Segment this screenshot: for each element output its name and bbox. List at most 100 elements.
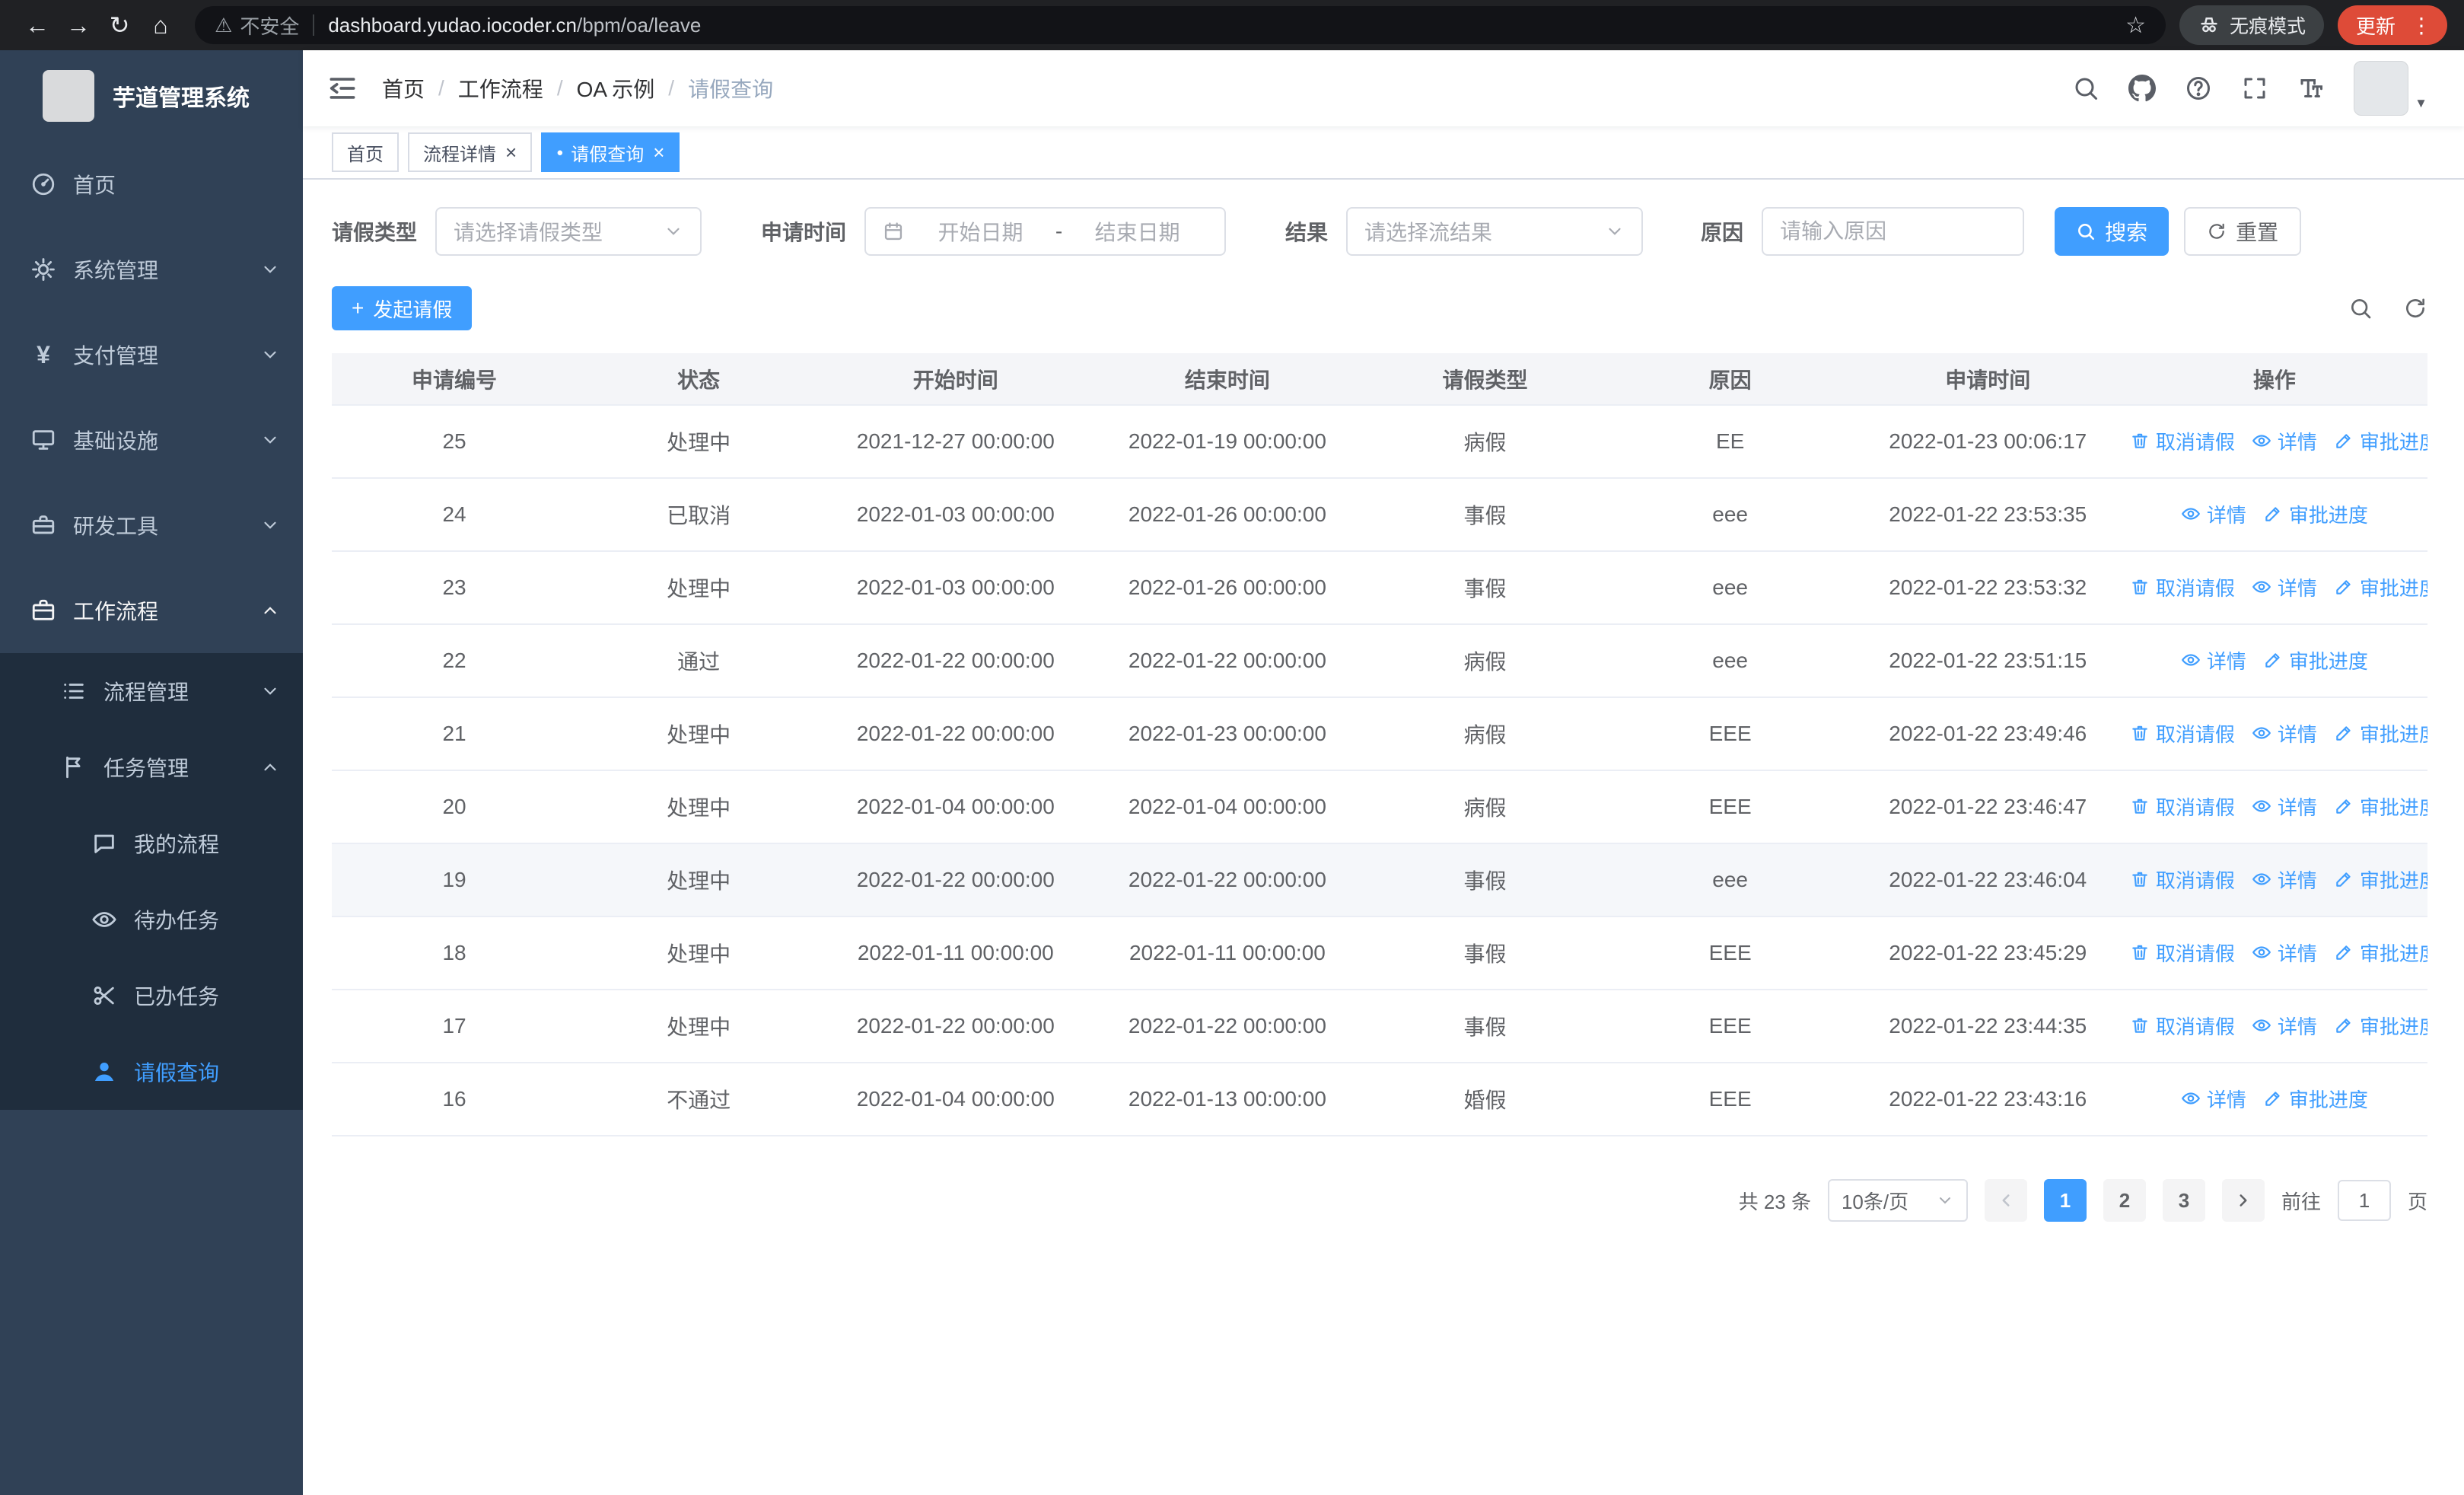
avatar <box>2354 61 2409 116</box>
detail-action-link[interactable]: 详情 <box>2252 573 2317 601</box>
cancel-action-link[interactable]: 取消请假 <box>2130 573 2235 601</box>
result-select[interactable]: 请选择流结果 <box>1346 207 1644 256</box>
detail-action-link[interactable]: 详情 <box>2181 646 2246 674</box>
reason-input[interactable] <box>1762 207 2025 256</box>
reset-button[interactable]: 重置 <box>2184 207 2302 256</box>
create-leave-button[interactable]: + 发起请假 <box>332 286 473 330</box>
cell-reason: EEE <box>1606 916 1854 990</box>
eye-icon <box>2252 800 2271 812</box>
tab-process-detail[interactable]: 流程详情 × <box>408 132 533 172</box>
app-logo[interactable]: 芋道管理系统 <box>0 50 303 142</box>
cell-end-time: 2022-01-26 00:00:00 <box>1090 551 1364 625</box>
detail-action-link[interactable]: 详情 <box>2252 719 2317 748</box>
prev-page-button[interactable] <box>1984 1179 2027 1222</box>
sidebar-item-devtools[interactable]: 研发工具 <box>0 483 303 568</box>
detail-action-link[interactable]: 详情 <box>2252 792 2317 821</box>
sidebar-item-todo-tasks[interactable]: 待办任务 <box>0 881 303 958</box>
font-size-button[interactable] <box>2297 75 2325 102</box>
page-button-1[interactable]: 1 <box>2043 1179 2087 1222</box>
sidebar-item-payment[interactable]: ¥ 支付管理 <box>0 312 303 397</box>
refresh-icon <box>2209 223 2224 239</box>
close-icon[interactable]: × <box>505 142 517 162</box>
next-page-button[interactable] <box>2221 1179 2265 1222</box>
progress-action-link[interactable]: 审批进度 <box>2334 427 2427 455</box>
browser-back-button[interactable]: ← <box>17 5 58 46</box>
detail-action-link[interactable]: 详情 <box>2252 939 2317 967</box>
browser-menu-icon[interactable]: ⋮ <box>2405 13 2438 38</box>
progress-action-link[interactable]: 审批进度 <box>2334 1012 2427 1040</box>
sidebar-item-label: 已办任务 <box>134 985 220 1009</box>
chevron-up-icon <box>264 763 276 771</box>
incognito-label: 无痕模式 <box>2229 16 2306 37</box>
update-button[interactable]: 更新 ⋮ <box>2337 5 2447 45</box>
help-button[interactable] <box>2185 75 2212 102</box>
fullscreen-icon <box>2244 78 2265 99</box>
browser-forward-button[interactable]: → <box>58 5 99 46</box>
detail-action-link[interactable]: 详情 <box>2181 1085 2246 1113</box>
table-header-row: 申请编号 状态 开始时间 结束时间 请假类型 原因 申请时间 操作 <box>332 353 2427 406</box>
cancel-action-link[interactable]: 取消请假 <box>2130 1012 2235 1040</box>
col-reason: 原因 <box>1606 353 1854 406</box>
sidebar-item-my-process[interactable]: 我的流程 <box>0 805 303 881</box>
breadcrumb-oa-example[interactable]: OA 示例 <box>577 73 655 104</box>
fullscreen-button[interactable] <box>2241 75 2268 102</box>
browser-reload-button[interactable]: ↻ <box>99 5 140 46</box>
tab-home[interactable]: 首页 <box>332 132 399 172</box>
progress-action-link[interactable]: 审批进度 <box>2334 939 2427 967</box>
user-menu[interactable]: ▼ <box>2354 61 2427 116</box>
cancel-action-link[interactable]: 取消请假 <box>2130 427 2235 455</box>
chevron-down-icon <box>264 266 276 273</box>
cell-leave-type: 事假 <box>1364 843 1606 917</box>
search-button[interactable]: 搜索 <box>2055 207 2170 256</box>
progress-action-link[interactable]: 审批进度 <box>2334 573 2427 601</box>
breadcrumb-home[interactable]: 首页 <box>382 73 425 104</box>
sidebar-item-leave-query[interactable]: 请假查询 <box>0 1034 303 1110</box>
eye-icon <box>2181 508 2200 520</box>
search-toggle-button[interactable] <box>2348 296 2373 320</box>
page-button-3[interactable]: 3 <box>2162 1179 2205 1222</box>
cancel-action-link[interactable]: 取消请假 <box>2130 719 2235 748</box>
detail-action-link[interactable]: 详情 <box>2252 427 2317 455</box>
progress-action-link[interactable]: 审批进度 <box>2334 792 2427 821</box>
detail-action-link[interactable]: 详情 <box>2181 500 2246 528</box>
progress-action-link[interactable]: 审批进度 <box>2334 719 2427 748</box>
address-bar[interactable]: ⚠ 不安全 dashboard.yudao.iocoder.cn/bpm/oa/… <box>195 6 2166 44</box>
close-icon[interactable]: × <box>653 142 664 162</box>
tab-leave-query[interactable]: ● 请假查询 × <box>541 132 680 172</box>
sidebar-collapse-button[interactable] <box>326 72 359 105</box>
leave-type-select[interactable]: 请选择请假类型 <box>435 207 702 256</box>
apply-time-label: 申请时间 <box>761 221 847 244</box>
cell-apply-time: 2022-01-22 23:53:35 <box>1854 478 2122 552</box>
sidebar-item-infrastructure[interactable]: 基础设施 <box>0 397 303 483</box>
active-dot-icon: ● <box>556 145 564 159</box>
browser-home-button[interactable]: ⌂ <box>140 5 181 46</box>
sidebar-item-system[interactable]: 系统管理 <box>0 227 303 312</box>
sidebar-item-done-tasks[interactable]: 已办任务 <box>0 958 303 1034</box>
detail-action-link[interactable]: 详情 <box>2252 1012 2317 1040</box>
sidebar-item-process-management[interactable]: 流程管理 <box>0 653 303 729</box>
header-search-button[interactable] <box>2072 75 2099 102</box>
page-size-select[interactable]: 10条/页 <box>1827 1179 1968 1222</box>
delete-icon <box>2132 434 2147 448</box>
edit-icon <box>2336 434 2351 448</box>
security-warning-icon: ⚠ <box>215 13 233 37</box>
page-button-2[interactable]: 2 <box>2103 1179 2146 1222</box>
cell-actions: 取消请假详情审批进度 <box>2121 843 2427 917</box>
sidebar-item-home[interactable]: 首页 <box>0 142 303 227</box>
apply-time-range-picker[interactable]: 开始日期 - 结束日期 <box>864 207 1227 256</box>
cancel-action-link[interactable]: 取消请假 <box>2130 792 2235 821</box>
breadcrumb-workflow[interactable]: 工作流程 <box>458 73 543 104</box>
sidebar-item-workflow[interactable]: 工作流程 <box>0 568 303 653</box>
cancel-action-link[interactable]: 取消请假 <box>2130 865 2235 894</box>
progress-action-link[interactable]: 审批进度 <box>2263 500 2368 528</box>
github-link[interactable] <box>2128 75 2157 102</box>
cancel-action-link[interactable]: 取消请假 <box>2130 939 2235 967</box>
goto-page-input[interactable] <box>2337 1180 2391 1221</box>
progress-action-link[interactable]: 审批进度 <box>2263 646 2368 674</box>
progress-action-link[interactable]: 审批进度 <box>2263 1085 2368 1113</box>
bookmark-star-icon[interactable]: ☆ <box>2125 12 2146 39</box>
detail-action-link[interactable]: 详情 <box>2252 865 2317 894</box>
refresh-table-button[interactable] <box>2403 296 2427 320</box>
sidebar-item-task-management[interactable]: 任务管理 <box>0 729 303 805</box>
progress-action-link[interactable]: 审批进度 <box>2334 865 2427 894</box>
